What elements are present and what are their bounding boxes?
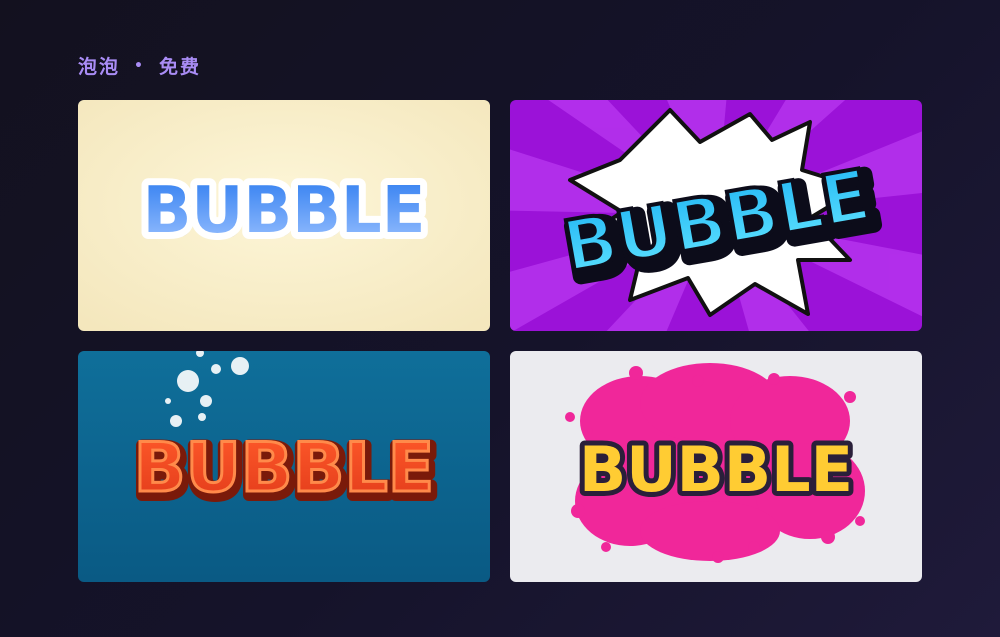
- separator-dot: •: [134, 57, 145, 74]
- card-text: BUBBLE: [579, 433, 853, 506]
- template-card-underwater[interactable]: BUBBLE BUBBLE: [78, 351, 490, 582]
- template-card-glossy-blue[interactable]: BUBBLE BUBBLE BUBBLE: [78, 100, 490, 331]
- template-card-pink-splash[interactable]: BUBBLE BUBBLE: [510, 351, 922, 582]
- free-badge: 免费: [158, 56, 201, 78]
- template-preview-image: BUBBLE BUBBLE: [78, 351, 490, 582]
- template-preview-image: BUBBLE BUBBLE: [510, 351, 922, 582]
- template-card-comic-burst[interactable]: BUBBLE BUBBLE: [510, 100, 922, 331]
- section-title: 泡泡: [78, 56, 121, 78]
- card-text: BUBBLE: [134, 429, 435, 508]
- template-preview-image: BUBBLE BUBBLE: [510, 100, 922, 331]
- card-text: BUBBLE: [143, 174, 426, 248]
- template-preview-image: BUBBLE BUBBLE BUBBLE: [78, 100, 490, 331]
- section-header: 泡泡 • 免费: [78, 52, 201, 79]
